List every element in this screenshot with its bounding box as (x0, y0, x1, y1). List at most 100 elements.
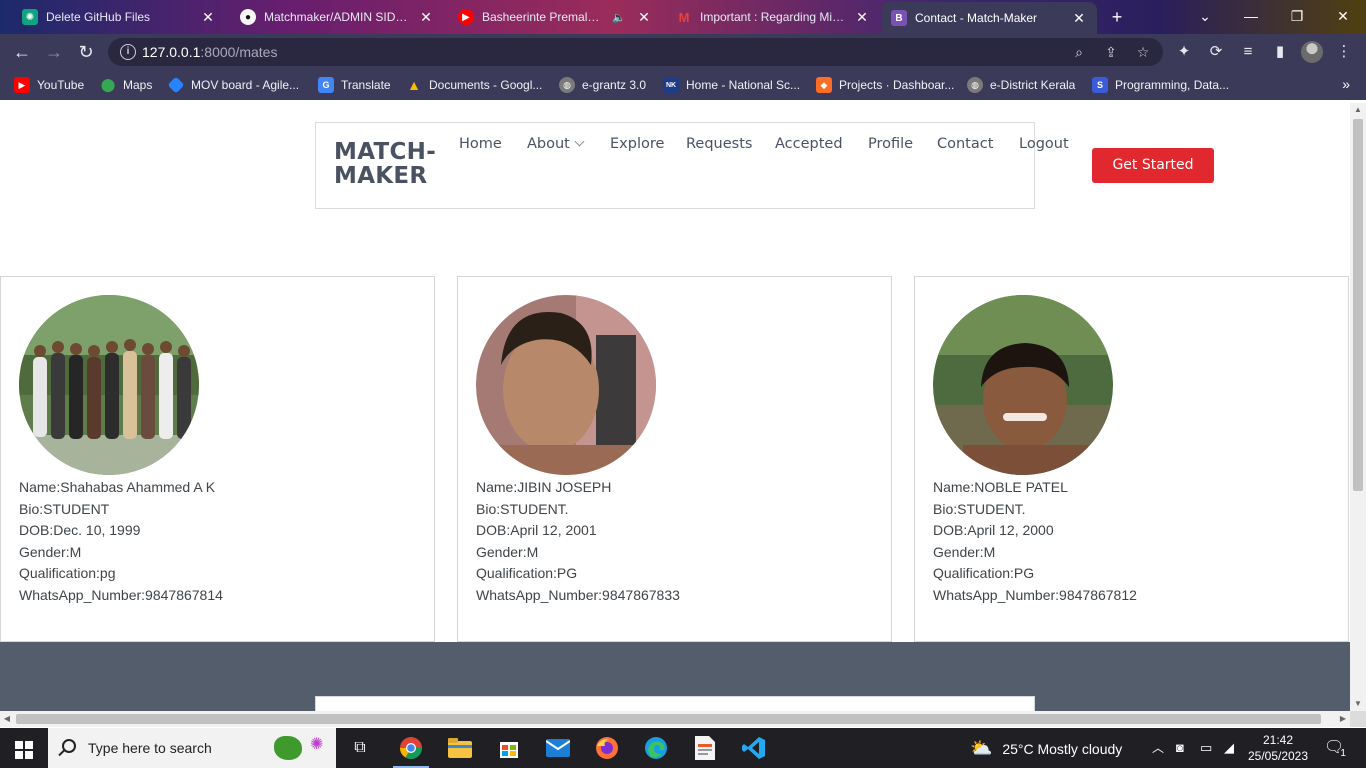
search-icon (62, 739, 76, 753)
speaker-icon[interactable]: 🔈 (608, 11, 630, 24)
url-path: :8000/mates (200, 44, 278, 60)
close-icon[interactable]: ✕ (418, 9, 434, 26)
tab-search-chevron-icon[interactable]: ⌄ (1182, 0, 1228, 34)
forward-arrow-icon[interactable]: → (42, 40, 66, 64)
restore-button[interactable]: ❐ (1274, 0, 1320, 34)
document-app-icon[interactable] (691, 734, 719, 762)
close-window-button[interactable]: ✕ (1320, 0, 1366, 34)
mate-details: Name:Shahabas Ahammed A K Bio:STUDENT DO… (19, 477, 223, 607)
bookmark-edistrict-kerala[interactable]: ◍ e-District Kerala (967, 76, 1075, 94)
mail-icon[interactable] (544, 734, 572, 762)
wifi-icon[interactable]: ◢ (1224, 728, 1234, 768)
firefox-icon[interactable] (593, 734, 621, 762)
nav-about[interactable]: About (527, 136, 585, 152)
mate-bio: Bio:STUDENT. (476, 500, 569, 517)
mate-gender: Gender:M (19, 543, 82, 560)
clock-date: 25/05/2023 (1247, 749, 1309, 763)
more-bookmarks-icon[interactable]: » (1342, 76, 1350, 92)
more-menu-icon[interactable]: ⋮ (1334, 42, 1354, 62)
close-icon[interactable]: ✕ (200, 9, 216, 26)
extensions-puzzle-icon[interactable]: ✦ (1174, 42, 1194, 62)
side-panel-icon[interactable]: ▮ (1270, 42, 1290, 62)
get-started-button[interactable]: Get Started (1092, 148, 1214, 183)
edge-icon[interactable] (642, 734, 670, 762)
notification-center-icon[interactable]: 🗨1 (1324, 728, 1350, 768)
scroll-left-arrow-icon[interactable]: ◀ (0, 711, 14, 727)
media-control-icon[interactable]: ≡ (1238, 42, 1258, 62)
nav-contact[interactable]: Contact (937, 136, 993, 152)
bookmark-egrantz[interactable]: ◍ e-grantz 3.0 (559, 76, 646, 94)
close-icon[interactable]: ✕ (1071, 10, 1087, 27)
site-logo[interactable]: MATCH- MAKER (334, 140, 436, 188)
bookmark-maps[interactable]: ⬤ Maps (100, 76, 153, 94)
windows-start-icon[interactable] (0, 728, 48, 768)
file-explorer-icon[interactable] (446, 734, 474, 762)
taskbar-search-box[interactable]: Type here to search ✺ (48, 728, 336, 768)
url-host: 127.0.0.1 (142, 44, 201, 60)
tab-basheerinte[interactable]: ▶ Basheerinte Premalekha 🔈 ✕ (448, 2, 662, 32)
scroll-up-arrow-icon[interactable]: ▲ (1350, 103, 1366, 117)
nav-home[interactable]: Home (459, 136, 502, 152)
site-info-icon[interactable]: i (120, 44, 136, 60)
weather-widget[interactable]: ⛅ 25°C Mostly cloudy (970, 728, 1122, 768)
bookmark-translate[interactable]: G Translate (318, 76, 391, 94)
camera-app-icon[interactable]: ◙ (1176, 728, 1184, 768)
mate-whatsapp: WhatsApp_Number:9847867833 (476, 586, 680, 603)
mate-dob: DOB:April 12, 2000 (933, 522, 1054, 539)
scroll-down-arrow-icon[interactable]: ▼ (1350, 697, 1366, 711)
close-icon[interactable]: ✕ (854, 9, 870, 26)
vertical-scrollbar[interactable]: ▲ ▼ (1350, 103, 1366, 711)
nav-accepted[interactable]: Accepted (775, 136, 843, 152)
footer-box (315, 696, 1035, 711)
show-hidden-icons-chevron-icon[interactable]: ︿ (1152, 728, 1164, 768)
new-tab-button[interactable]: + (1105, 6, 1129, 28)
mate-qualification: Qualification:pg (19, 565, 116, 582)
bookmark-gitlab-projects[interactable]: ◆ Projects · Dashboar... (816, 76, 954, 94)
bookmark-national-scholarship[interactable]: NK Home - National Sc... (663, 76, 800, 94)
tab-title: Basheerinte Premalekha (482, 10, 602, 24)
bookmark-youtube[interactable]: ▶ YouTube (14, 76, 84, 94)
nav-logout[interactable]: Logout (1019, 136, 1069, 152)
address-bar[interactable]: i 127.0.0.1:8000/mates ⌕ ⇪ ☆ (108, 38, 1163, 66)
share-icon[interactable]: ⇪ (1102, 43, 1120, 61)
youtube-icon: ▶ (458, 9, 474, 25)
vscode-icon[interactable] (740, 734, 768, 762)
microsoft-store-icon[interactable] (495, 734, 523, 762)
mate-details: Name:NOBLE PATEL Bio:STUDENT. DOB:April … (933, 477, 1137, 607)
profile-avatar[interactable] (1301, 41, 1323, 63)
tab-contact-match-maker[interactable]: B Contact - Match-Maker ✕ (881, 2, 1097, 34)
url-text[interactable]: 127.0.0.1:8000/mates (142, 44, 277, 60)
tab-important-gmail[interactable]: M Important : Regarding Mini-P ✕ (666, 2, 880, 32)
tab-title: Contact - Match-Maker (915, 11, 1038, 25)
bookmark-documents[interactable]: ▲ Documents - Googl... (406, 76, 542, 94)
weather-text: 25°C Mostly cloudy (1002, 741, 1123, 757)
horizontal-scrollbar[interactable]: ◀ ▶ (0, 711, 1350, 727)
bookmark-mov-board[interactable]: MOV board - Agile... (167, 76, 300, 94)
reload-icon[interactable]: ↻ (74, 40, 98, 64)
close-icon[interactable]: ✕ (636, 9, 652, 26)
task-view-icon[interactable]: ⧉ (346, 734, 374, 762)
sync-icon[interactable]: ⟳ (1206, 42, 1226, 62)
bookmark-programming-data[interactable]: S Programming, Data... (1092, 76, 1229, 94)
chrome-icon[interactable] (393, 734, 429, 768)
nav-requests[interactable]: Requests (686, 136, 752, 152)
battery-icon[interactable]: ▭ (1200, 728, 1212, 768)
s-icon: S (1092, 77, 1108, 93)
logo-line-1: MATCH- (334, 139, 437, 165)
taskbar-clock[interactable]: 21:42 25/05/2023 (1247, 732, 1309, 764)
tab-delete-github-files[interactable]: ✺ Delete GitHub Files ✕ (12, 2, 226, 32)
bookmark-label: MOV board - Agile... (191, 78, 300, 92)
bookmark-star-icon[interactable]: ☆ (1134, 43, 1152, 61)
nav-explore[interactable]: Explore (610, 136, 664, 152)
profile-photo (933, 295, 1113, 475)
horizontal-scroll-thumb[interactable] (16, 714, 1321, 724)
minimize-button[interactable]: — (1228, 0, 1274, 34)
vertical-scroll-thumb[interactable] (1353, 119, 1363, 491)
zoom-icon[interactable]: ⌕ (1070, 43, 1088, 61)
globe-icon: ◍ (559, 77, 575, 93)
nav-profile[interactable]: Profile (868, 136, 913, 152)
tab-matchmaker-github[interactable]: ● Matchmaker/ADMIN SIDE D ✕ (230, 2, 444, 32)
mate-qualification: Qualification:PG (476, 565, 578, 582)
back-arrow-icon[interactable]: ← (10, 40, 34, 64)
scroll-right-arrow-icon[interactable]: ▶ (1336, 711, 1350, 727)
